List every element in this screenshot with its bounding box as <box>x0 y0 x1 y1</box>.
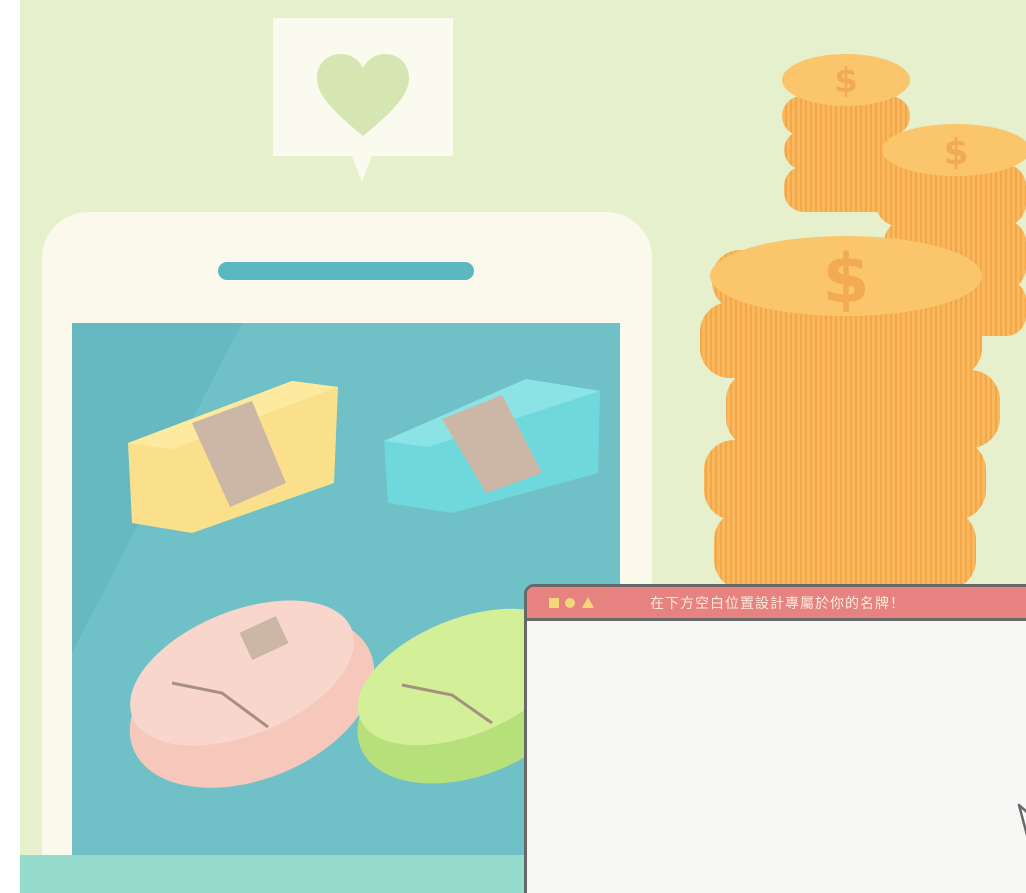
nameplate-design-window: 在下方空白位置設計專屬於你的名牌！ <box>524 584 1026 893</box>
square-icon[interactable] <box>549 598 559 608</box>
illustration-scene: $ $ $ 在下方空白位置設計專屬於你的名牌！ <box>20 0 1026 893</box>
speech-bubble-tail <box>352 156 372 182</box>
heart-icon <box>317 54 409 136</box>
coin-stacks: $ $ $ <box>700 54 1026 590</box>
dollar-coin-icon: $ <box>943 132 968 173</box>
nameplate-canvas[interactable] <box>527 621 1026 893</box>
dollar-coin-icon: $ <box>822 240 869 319</box>
dollar-coin-icon: $ <box>834 61 858 101</box>
speech-bubble <box>273 18 453 156</box>
window-titlebar: 在下方空白位置設計專屬於你的名牌！ <box>527 587 1026 621</box>
coin-stack-front: $ <box>700 236 1000 590</box>
triangle-icon[interactable] <box>582 597 594 608</box>
circle-icon[interactable] <box>565 598 575 608</box>
phone-speaker <box>218 262 474 280</box>
window-title: 在下方空白位置設計專屬於你的名牌！ <box>650 596 905 612</box>
cursor-arrow-icon <box>1017 803 1026 836</box>
